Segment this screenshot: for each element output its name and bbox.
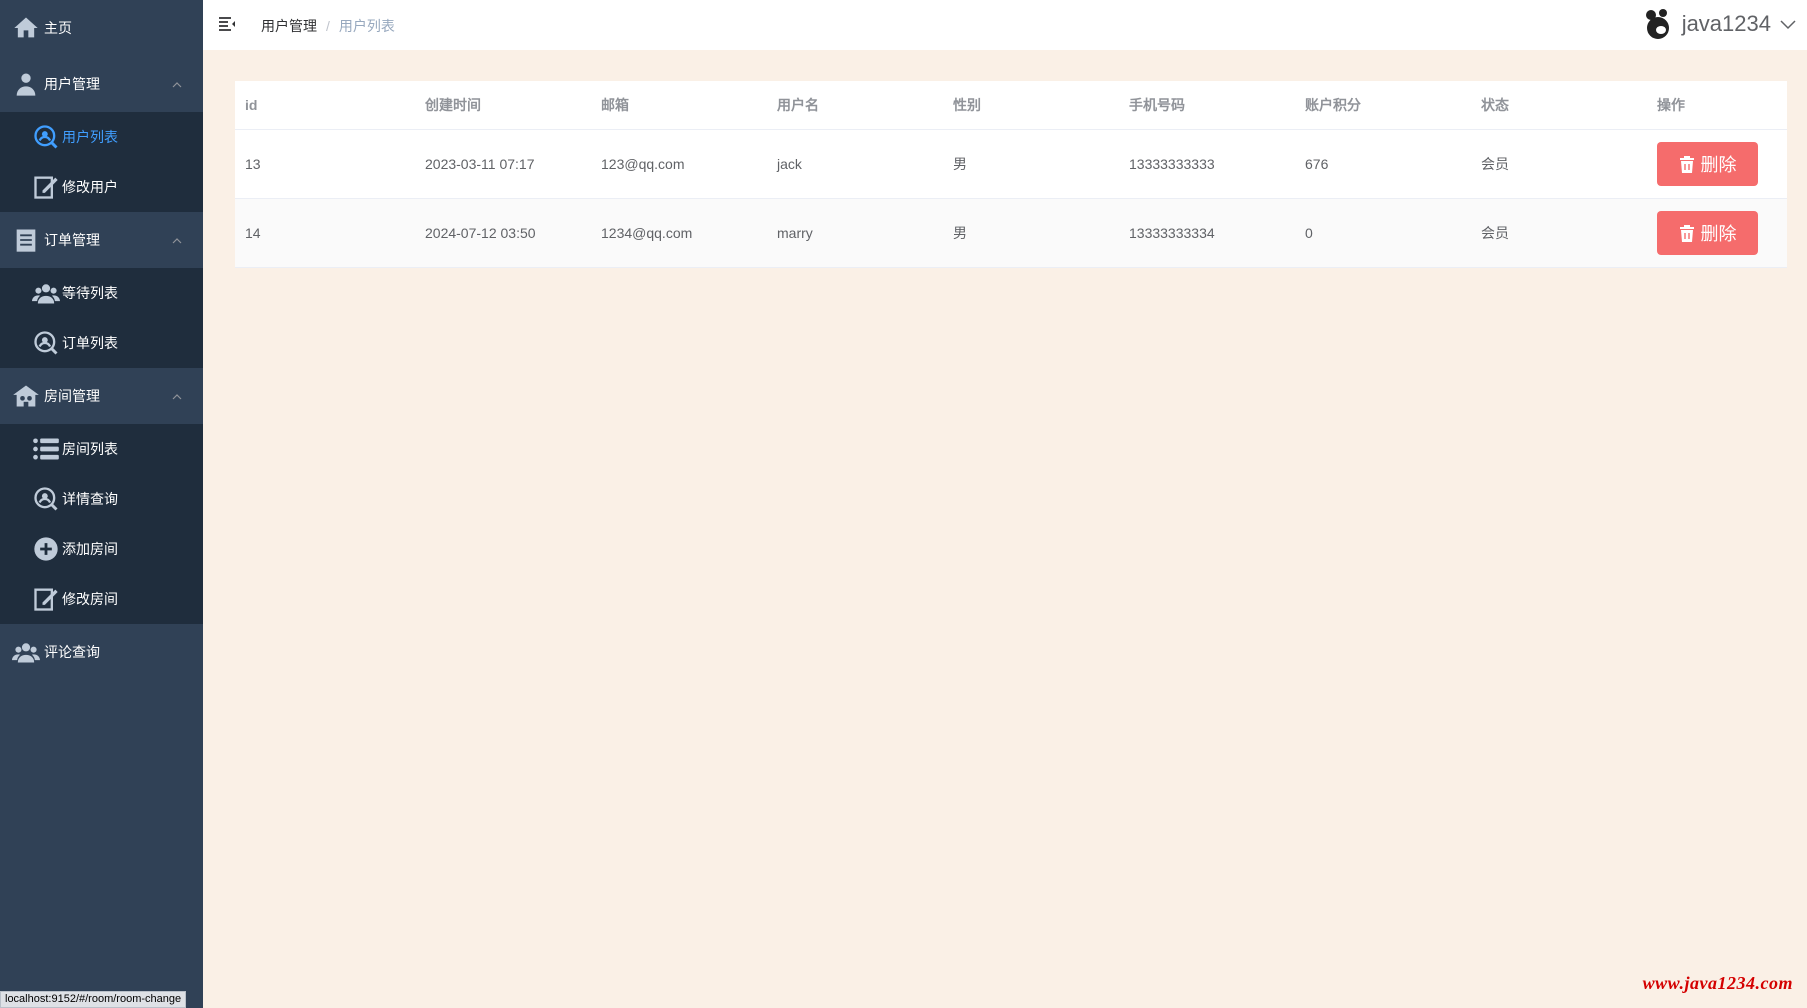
- sidebar-item-label: 订单列表: [62, 335, 118, 351]
- user-table-panel: id 创建时间 邮箱 用户名 性别 手机号码 账户积分 状态 操作 13 202…: [235, 81, 1787, 268]
- search-icon: [32, 329, 60, 357]
- cell-status: 会员: [1471, 198, 1647, 268]
- cell-phone: 13333333333: [1119, 129, 1295, 199]
- cell-action: 删除: [1647, 198, 1787, 268]
- document-icon: [12, 226, 40, 254]
- cell-email: 123@qq.com: [591, 129, 767, 199]
- user-table: id 创建时间 邮箱 用户名 性别 手机号码 账户积分 状态 操作 13 202…: [235, 81, 1787, 268]
- cell-username: jack: [767, 129, 943, 199]
- user-icon: [12, 70, 40, 98]
- group-icon: [32, 279, 60, 307]
- hamburger-icon[interactable]: [217, 14, 237, 34]
- username: java1234: [1681, 11, 1771, 36]
- chevron-up-icon: [171, 390, 183, 402]
- breadcrumb: 用户管理 / 用户列表: [261, 16, 395, 36]
- trash-icon: [1679, 224, 1695, 242]
- sidebar-item-edit-user[interactable]: 修改用户: [0, 162, 203, 212]
- sidebar-group-room[interactable]: 房间管理: [0, 368, 203, 424]
- sidebar-item-room-list[interactable]: 房间列表: [0, 424, 203, 474]
- add-icon: [32, 535, 60, 563]
- delete-button-label: 删除: [1700, 223, 1737, 244]
- trash-icon: [1679, 155, 1695, 173]
- table-row: 13 2023-03-11 07:17 123@qq.com jack 男 13…: [235, 129, 1787, 199]
- column-header: 账户积分: [1295, 81, 1471, 130]
- sidebar-item-detail-query[interactable]: 详情查询: [0, 474, 203, 524]
- submenu-order: 等待列表 订单列表: [0, 268, 203, 368]
- chevron-down-icon: [1779, 15, 1797, 33]
- sidebar-item-label: 用户列表: [62, 129, 118, 145]
- sidebar-item-label: 主页: [44, 20, 72, 36]
- sidebar-item-label: 详情查询: [62, 491, 118, 507]
- building-icon: [12, 382, 40, 410]
- edit-icon: [32, 173, 60, 201]
- browser-status-url: localhost:9152/#/room/room-change: [0, 991, 187, 1008]
- sidebar-item-wait-list[interactable]: 等待列表: [0, 268, 203, 318]
- sidebar: 主页 用户管理 用户列表 修改用户 订单管理 等待列表 订单列表 房间管理 房间…: [0, 0, 203, 1008]
- cell-gender: 男: [943, 129, 1119, 199]
- sidebar-item-edit-room[interactable]: 修改房间: [0, 574, 203, 624]
- cell-points: 676: [1295, 129, 1471, 199]
- column-header: 状态: [1471, 81, 1647, 130]
- cell-id: 13: [235, 129, 415, 199]
- breadcrumb-parent[interactable]: 用户管理: [261, 18, 317, 34]
- cell-points: 0: [1295, 198, 1471, 268]
- search-icon: [32, 485, 60, 513]
- sidebar-item-label: 房间列表: [62, 441, 118, 457]
- submenu-room: 房间列表 详情查询 添加房间 修改房间: [0, 424, 203, 624]
- navbar: 用户管理 / 用户列表 java1234: [203, 0, 1807, 50]
- sidebar-item-label: 等待列表: [62, 285, 118, 301]
- column-header: id: [235, 81, 415, 130]
- sidebar-item-label: 修改房间: [62, 591, 118, 607]
- watermark: www.java1234.com: [1642, 973, 1793, 993]
- cell-email: 1234@qq.com: [591, 198, 767, 268]
- sidebar-item-user-list[interactable]: 用户列表: [0, 112, 203, 162]
- sidebar-group-label: 订单管理: [44, 232, 100, 248]
- cell-status: 会员: [1471, 129, 1647, 199]
- sidebar-item-label: 修改用户: [62, 179, 118, 195]
- group-icon: [12, 638, 40, 666]
- home-icon: [12, 14, 40, 42]
- sidebar-item-label: 评论查询: [44, 644, 100, 660]
- table-row: 14 2024-07-12 03:50 1234@qq.com marry 男 …: [235, 198, 1787, 268]
- sidebar-group-order[interactable]: 订单管理: [0, 212, 203, 268]
- delete-button[interactable]: 删除: [1657, 141, 1758, 186]
- submenu-user: 用户列表 修改用户: [0, 112, 203, 212]
- cell-created: 2023-03-11 07:17: [415, 129, 591, 199]
- sidebar-item-home[interactable]: 主页: [0, 0, 203, 56]
- sidebar-group-label: 房间管理: [44, 388, 100, 404]
- cell-username: marry: [767, 198, 943, 268]
- column-header: 操作: [1647, 81, 1787, 130]
- cell-action: 删除: [1647, 129, 1787, 199]
- list-icon: [32, 435, 60, 463]
- column-header: 用户名: [767, 81, 943, 130]
- sidebar-group-label: 用户管理: [44, 76, 100, 92]
- column-header: 性别: [943, 81, 1119, 130]
- chevron-up-icon: [171, 78, 183, 90]
- cell-created: 2024-07-12 03:50: [415, 198, 591, 268]
- sidebar-item-label: 添加房间: [62, 541, 118, 557]
- breadcrumb-separator: /: [326, 18, 330, 34]
- sidebar-group-user[interactable]: 用户管理: [0, 56, 203, 112]
- column-header: 创建时间: [415, 81, 591, 130]
- edit-icon: [32, 585, 60, 613]
- cell-phone: 13333333334: [1119, 198, 1295, 268]
- sidebar-item-order-list[interactable]: 订单列表: [0, 318, 203, 368]
- cell-gender: 男: [943, 198, 1119, 268]
- column-header: 邮箱: [591, 81, 767, 130]
- table-header-row: id 创建时间 邮箱 用户名 性别 手机号码 账户积分 状态 操作: [235, 81, 1787, 130]
- avatar: [1642, 8, 1674, 40]
- sidebar-item-add-room[interactable]: 添加房间: [0, 524, 203, 574]
- column-header: 手机号码: [1119, 81, 1295, 130]
- search-user-icon: [32, 123, 60, 151]
- delete-button[interactable]: 删除: [1657, 210, 1758, 255]
- chevron-up-icon: [171, 234, 183, 246]
- sidebar-item-comment[interactable]: 评论查询: [0, 624, 203, 680]
- breadcrumb-current: 用户列表: [338, 18, 395, 34]
- cell-id: 14: [235, 198, 415, 268]
- user-dropdown[interactable]: java1234: [1642, 6, 1797, 42]
- delete-button-label: 删除: [1700, 154, 1737, 175]
